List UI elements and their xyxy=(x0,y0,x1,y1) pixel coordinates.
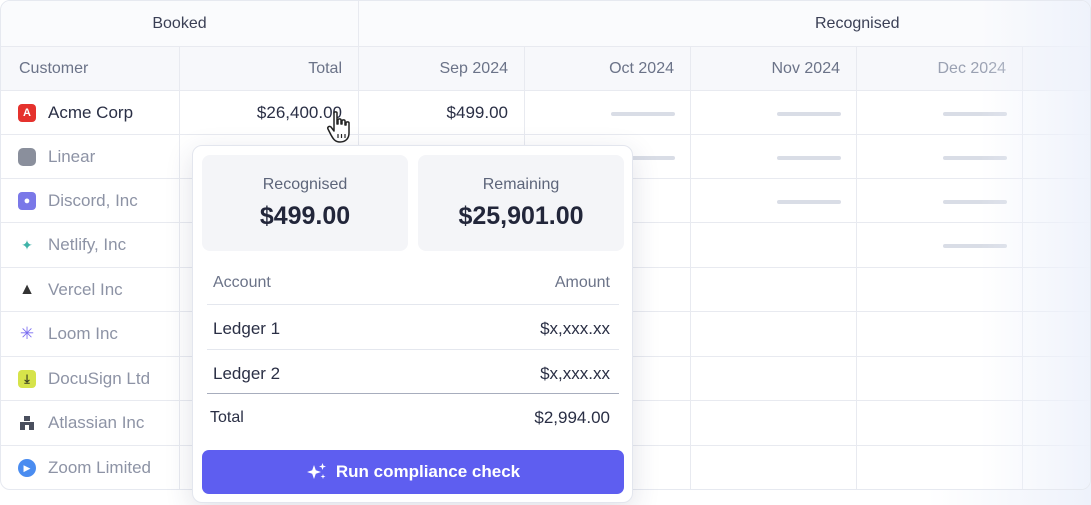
run-compliance-check-button[interactable]: Run compliance check xyxy=(202,450,624,494)
vercel-logo-icon: ▲ xyxy=(19,281,35,298)
column-header-nov-2024[interactable]: Nov 2024 xyxy=(690,46,856,91)
column-header-total[interactable]: Total xyxy=(179,46,358,91)
customer-cell: A Acme Corp xyxy=(18,91,133,135)
recognised-label: Recognised xyxy=(262,175,348,193)
column-header-dec-2024[interactable]: Dec 2024 xyxy=(856,46,1090,91)
sparkle-icon xyxy=(306,463,326,479)
customer-cell: Atlassian Inc xyxy=(18,401,144,445)
customer-name: Linear xyxy=(48,147,96,166)
zoom-logo-icon: ▶ xyxy=(18,459,36,477)
hand-cursor-icon xyxy=(327,111,350,143)
customer-cell: ▲ Vercel Inc xyxy=(18,268,123,312)
ledger-amount: $x,xxx.xx xyxy=(540,319,610,338)
customer-cell: Linear xyxy=(18,135,95,179)
acme-logo-icon: A xyxy=(18,104,36,122)
ledger-amount: $x,xxx.xx xyxy=(540,364,610,383)
placeholder-bar xyxy=(611,112,675,116)
ledger-name: Ledger 2 xyxy=(213,364,281,383)
amount-header: Amount xyxy=(554,274,610,291)
revenue-breakdown-popover: Recognised $499.00 Remaining $25,901.00 … xyxy=(192,145,633,503)
customer-cell: ● Discord, Inc xyxy=(18,179,138,223)
customer-cell: ✦ Netlify, Inc xyxy=(18,223,126,267)
group-header-recognised: Recognised xyxy=(358,1,1090,46)
placeholder-bar xyxy=(777,112,841,116)
column-header-sep-2024[interactable]: Sep 2024 xyxy=(358,46,524,91)
divider xyxy=(207,349,619,350)
total-value: $2,994.00 xyxy=(534,408,610,427)
button-label: Run compliance check xyxy=(335,462,521,481)
linear-logo-icon xyxy=(18,148,36,166)
total-cell[interactable]: $26,400.00 xyxy=(179,91,342,135)
placeholder-bar xyxy=(777,200,841,204)
group-header-booked: Booked xyxy=(1,1,358,46)
docusign-logo-icon: ⤓ xyxy=(18,370,36,388)
ledger-name: Ledger 1 xyxy=(213,319,281,338)
customer-name: Zoom Limited xyxy=(48,458,151,477)
recognised-value: $499.00 xyxy=(259,201,351,230)
remaining-label: Remaining xyxy=(482,175,560,193)
customer-name: Loom Inc xyxy=(48,324,118,343)
remaining-stat-card: Remaining $25,901.00 xyxy=(418,155,624,251)
divider xyxy=(1,46,1090,47)
customer-cell: ▶ Zoom Limited xyxy=(18,446,151,489)
table-row[interactable]: A Acme Corp $26,400.00 $499.00 xyxy=(1,91,1090,135)
customer-cell: ⤓ DocuSign Ltd xyxy=(18,357,150,401)
divider xyxy=(207,393,619,394)
remaining-value: $25,901.00 xyxy=(458,201,584,230)
account-header: Account xyxy=(213,274,271,291)
customer-name: Discord, Inc xyxy=(48,191,138,210)
customer-cell: ✳ Loom Inc xyxy=(18,312,118,356)
discord-logo-icon: ● xyxy=(18,192,36,210)
placeholder-bar xyxy=(943,244,1007,248)
customer-name: Vercel Inc xyxy=(48,280,123,299)
loom-logo-icon: ✳ xyxy=(19,324,35,343)
column-header-oct-2024[interactable]: Oct 2024 xyxy=(524,46,690,91)
netlify-logo-icon: ✦ xyxy=(21,236,33,253)
placeholder-bar xyxy=(943,200,1007,204)
total-label: Total xyxy=(210,409,244,426)
placeholder-bar xyxy=(943,112,1007,116)
sep-cell: $499.00 xyxy=(446,103,508,122)
placeholder-bar xyxy=(943,156,1007,160)
customer-name: Acme Corp xyxy=(48,103,134,122)
column-header-customer[interactable]: Customer xyxy=(1,46,179,91)
placeholder-bar xyxy=(777,156,841,160)
atlassian-logo-icon xyxy=(18,414,36,432)
recognised-stat-card: Recognised $499.00 xyxy=(202,155,408,251)
customer-name: Atlassian Inc xyxy=(48,413,145,432)
divider xyxy=(207,304,619,305)
customer-name: Netlify, Inc xyxy=(48,235,127,254)
customer-name: DocuSign Ltd xyxy=(48,369,151,388)
